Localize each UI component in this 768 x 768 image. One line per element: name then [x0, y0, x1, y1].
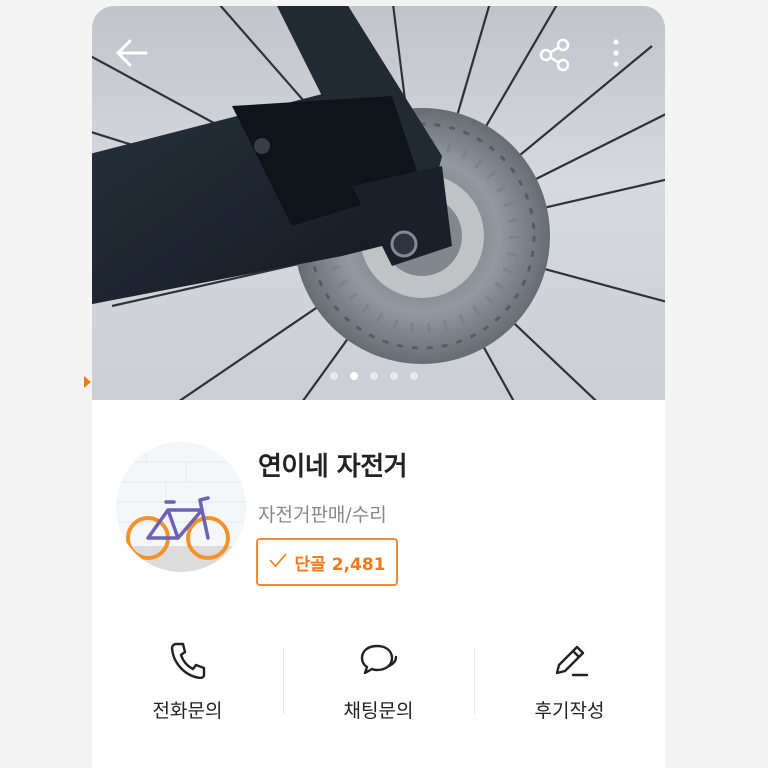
carousel-dot[interactable]: [410, 372, 418, 380]
carousel-dot-active[interactable]: [350, 372, 358, 380]
carousel-dot[interactable]: [390, 372, 398, 380]
shop-info: 연이네 자전거 자전거판매/수리 단골 2,481 전화문의 채팅문의 후기작성: [92, 400, 665, 768]
carousel-edge-marker: [84, 376, 91, 388]
pencil-icon: [551, 638, 589, 682]
regulars-label: 단골 2,481: [294, 554, 386, 575]
chat-button[interactable]: 채팅문의: [283, 638, 474, 730]
carousel-dot[interactable]: [330, 372, 338, 380]
regulars-button[interactable]: 단골 2,481: [256, 538, 398, 586]
shop-name: 연이네 자전거: [258, 452, 408, 482]
back-button[interactable]: [114, 38, 158, 78]
call-button[interactable]: 전화문의: [92, 638, 283, 730]
action-bar: 전화문의 채팅문의 후기작성: [92, 638, 665, 730]
phone-icon: [170, 638, 206, 682]
shop-detail-screen: 연이네 자전거 자전거판매/수리 단골 2,481 전화문의 채팅문의 후기작성: [92, 6, 665, 768]
write-review-label: 후기작성: [534, 700, 605, 722]
bicycle-avatar-image: [116, 442, 246, 572]
call-label: 전화문의: [152, 700, 223, 722]
carousel-dot[interactable]: [370, 372, 378, 380]
share-button[interactable]: [538, 38, 578, 78]
shop-avatar[interactable]: [116, 442, 246, 572]
shop-category: 자전거판매/수리: [258, 504, 387, 526]
bicycle-brake-photo: [92, 6, 665, 400]
chat-icon: [359, 638, 399, 682]
hero-image[interactable]: [92, 6, 665, 400]
carousel-indicator: [330, 372, 418, 380]
write-review-button[interactable]: 후기작성: [474, 638, 665, 730]
chat-label: 채팅문의: [343, 700, 414, 722]
check-icon: [268, 552, 287, 573]
more-button[interactable]: [612, 38, 638, 78]
